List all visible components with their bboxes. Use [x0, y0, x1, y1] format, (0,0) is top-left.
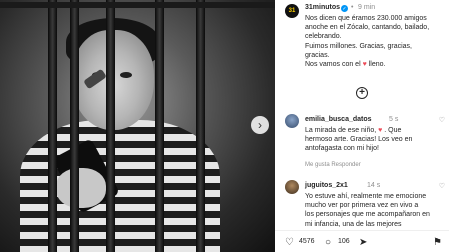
- caption-line: gracias.: [305, 51, 330, 59]
- comment-line: mi infancia, una de las mejores: [305, 220, 402, 228]
- post-details-panel: 31 31minutos ✓ • 9 min Nos dicen que éra…: [275, 0, 449, 252]
- commenter-avatar[interactable]: [285, 114, 299, 128]
- share-send-icon[interactable]: ➤: [359, 237, 367, 248]
- add-plus-icon[interactable]: +: [356, 87, 368, 99]
- post-photo[interactable]: ›: [0, 0, 275, 252]
- comment-line: Yo estuve ahí, realmente me emocione: [305, 193, 427, 200]
- caption-line: celebrando.: [305, 33, 342, 41]
- comment-text: La mirada de ese niño, ♥ . Que hermoso a…: [305, 126, 445, 154]
- caption-line: anoche en el Zócalo, cantando, bailado,: [305, 24, 430, 32]
- caption-line: Nos vamos con el ♥ lleno.: [305, 60, 445, 69]
- post-caption: Nos dicen que éramos 230.000 amigos anoc…: [305, 14, 445, 69]
- comment-line: antofagasta con mi hijo!: [305, 145, 379, 153]
- caption-line-text: Nos vamos con el: [305, 61, 361, 69]
- comment-line-text: . Que: [384, 127, 402, 134]
- gate-bar: [70, 0, 79, 252]
- gate-bar: [196, 0, 205, 252]
- caption-line: Fuimos millones. Gracias, gracias,: [305, 42, 412, 50]
- caption-line-text: lleno.: [368, 61, 386, 69]
- gate-crossbar: [0, 2, 275, 8]
- save-bookmark-icon[interactable]: ⚑: [433, 237, 442, 248]
- commenter-username[interactable]: juguitos_2x1: [305, 182, 348, 189]
- comment-count: 106: [338, 238, 350, 245]
- gate-bars: [0, 0, 275, 252]
- gate-bar: [106, 0, 115, 252]
- author-avatar[interactable]: 31: [285, 4, 299, 18]
- heart-emoji-icon: ♥: [362, 61, 367, 69]
- verified-badge-icon: ✓: [341, 5, 348, 12]
- comment-line: mucho ver por primera vez en vivo a: [305, 202, 419, 210]
- gate-bar: [155, 0, 164, 252]
- comment-time: 14 s: [367, 182, 381, 189]
- comment-meta-actions[interactable]: Me gusta Responder: [305, 162, 361, 168]
- comment-line: La mirada de ese niño, ♥ . Que: [305, 126, 445, 135]
- heart-emoji-icon: ♥: [378, 127, 383, 134]
- commenter-username[interactable]: emilia_busca_datos: [305, 116, 372, 123]
- comment-like-heart-icon[interactable]: ♡: [439, 182, 445, 190]
- separator-dot: •: [351, 4, 354, 11]
- caption-line: Nos dicen que éramos 230.000 amigos: [305, 15, 427, 22]
- gate-bar: [48, 0, 57, 252]
- post-action-bar: ♡ 4576 ○ 106 ➤ ⚑: [275, 230, 449, 252]
- author-username[interactable]: 31minutos: [305, 4, 340, 11]
- comment-like-heart-icon[interactable]: ♡: [439, 116, 445, 124]
- like-heart-icon[interactable]: ♡: [285, 237, 294, 248]
- next-image-chevron-icon[interactable]: ›: [251, 116, 269, 134]
- comment-line: los personajes que me acompañaron en: [305, 211, 430, 219]
- comment-text: Yo estuve ahí, realmente me emocione muc…: [305, 192, 445, 229]
- like-count: 4576: [299, 238, 315, 245]
- author-avatar-text: 31: [288, 8, 296, 14]
- commenter-avatar[interactable]: [285, 180, 299, 194]
- comment-line-text: La mirada de ese niño,: [305, 127, 379, 134]
- post-time: 9 min: [358, 4, 376, 11]
- comment-time: 5 s: [389, 116, 399, 123]
- comment-bubble-icon[interactable]: ○: [325, 237, 331, 248]
- comment-line: hermoso arte. Gracias! Los veo en: [305, 136, 413, 144]
